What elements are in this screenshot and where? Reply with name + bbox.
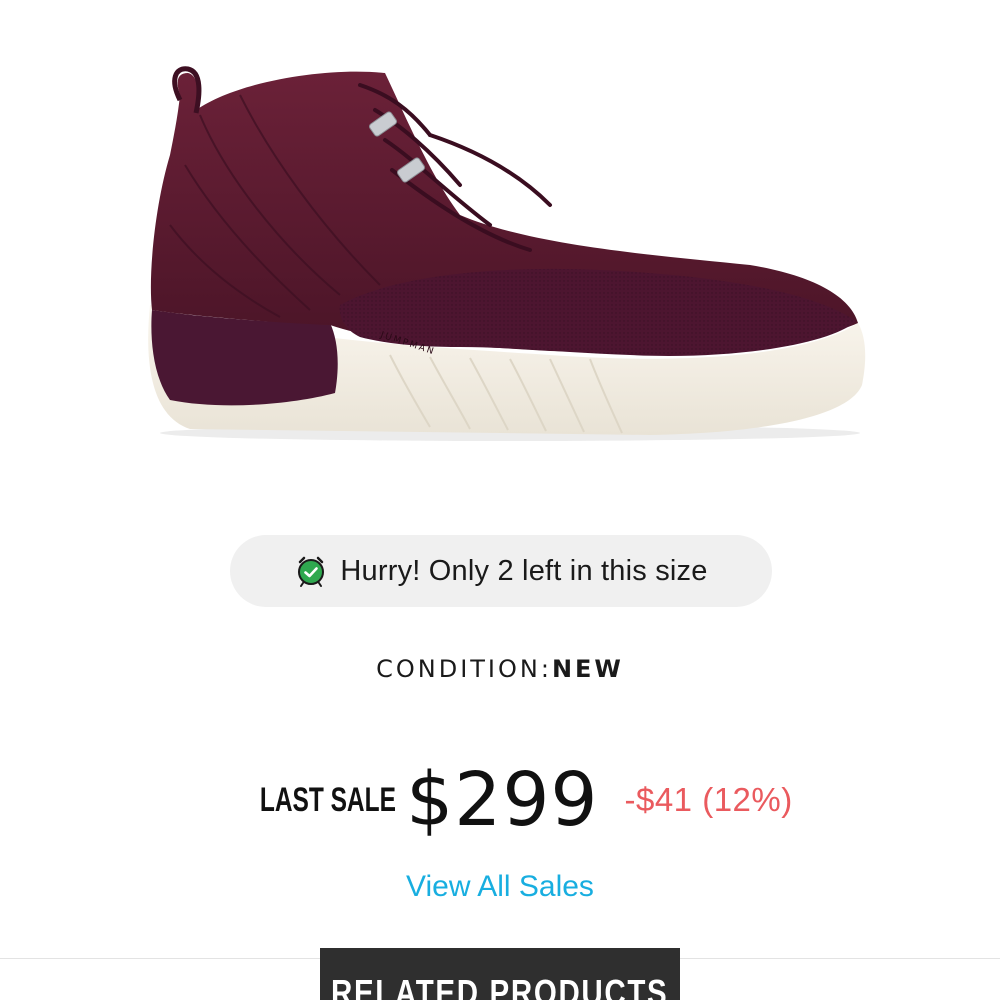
low-stock-text: Hurry! Only 2 left in this size [340,554,708,587]
related-products-tab[interactable]: RELATED PRODUCTS [320,948,680,1000]
last-sale-price: $299 [406,757,599,843]
last-sale-row: LAST SALE $299 -$41 (12%) [0,750,1000,850]
product-page: JUMPMAN Hurry! Only 2 left in this size … [0,0,1000,1000]
related-products-label: RELATED PRODUCTS [331,972,669,1000]
view-all-sales-link[interactable]: View All Sales [0,870,1000,904]
last-sale-label: LAST SALE [260,780,397,819]
alarm-clock-icon [298,556,325,587]
product-image: JUMPMAN [148,66,866,441]
condition-value: NEW [551,655,624,683]
low-stock-banner: Hurry! Only 2 left in this size [230,535,772,607]
condition-label: CONDITION: [376,655,552,683]
condition-row: CONDITION:NEW [0,655,1000,683]
price-change: -$41 (12%) [624,781,793,818]
